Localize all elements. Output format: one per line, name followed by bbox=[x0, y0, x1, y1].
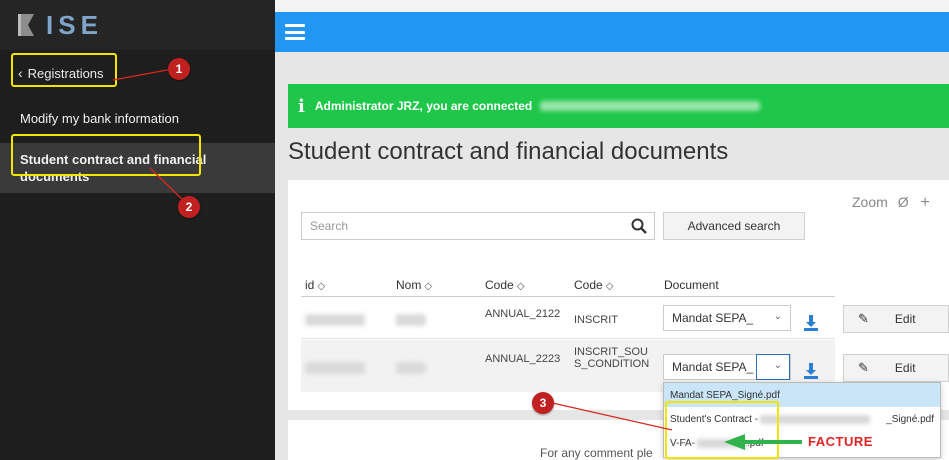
connected-alert: i Administrator JRZ, you are connected bbox=[288, 84, 949, 128]
step-badge-3: 3 bbox=[532, 392, 554, 414]
zoom-in-button[interactable]: + bbox=[920, 194, 929, 211]
row-status: INSCRIT_SOUS_CONDITION bbox=[574, 346, 650, 370]
top-bar bbox=[275, 12, 949, 52]
edit-icon: ✎ bbox=[858, 311, 869, 326]
row-status: INSCRIT bbox=[574, 314, 618, 326]
sidebar-item-bank-info[interactable]: Modify my bank information bbox=[0, 102, 275, 135]
redacted-id bbox=[305, 362, 365, 374]
sort-icon: ◇ bbox=[424, 281, 433, 292]
sort-icon: ◇ bbox=[317, 281, 326, 292]
sort-icon: ◇ bbox=[605, 281, 614, 292]
highlight-registrations bbox=[11, 53, 117, 87]
edit-button[interactable]: ✎ Edit bbox=[843, 305, 949, 333]
hamburger-menu-icon[interactable] bbox=[285, 24, 305, 40]
sidebar-item-label: Modify my bank information bbox=[20, 111, 179, 126]
edit-icon: ✎ bbox=[858, 360, 869, 375]
row-code: ANNUAL_2122 bbox=[485, 308, 561, 320]
search-icon[interactable] bbox=[624, 213, 654, 239]
zoom-reset-button[interactable]: Ø bbox=[898, 194, 909, 210]
top-spacer bbox=[275, 0, 949, 12]
page-title: Student contract and financial documents bbox=[288, 138, 729, 165]
redacted-text bbox=[540, 101, 761, 111]
facture-label: FACTURE bbox=[808, 434, 873, 449]
redacted-id bbox=[305, 314, 365, 326]
edit-button[interactable]: ✎ Edit bbox=[843, 354, 949, 382]
brand-name: ISE bbox=[46, 9, 103, 40]
column-header-code-status[interactable]: Code ◇ bbox=[574, 278, 613, 292]
document-select[interactable]: Mandat SEPA_ ⌄ bbox=[663, 305, 791, 331]
search-input[interactable] bbox=[302, 213, 624, 239]
sort-icon: ◇ bbox=[516, 281, 525, 292]
zoom-label: Zoom bbox=[852, 194, 888, 210]
download-icon[interactable] bbox=[802, 362, 820, 380]
download-icon[interactable] bbox=[802, 314, 820, 332]
redacted-name bbox=[396, 314, 426, 326]
chevron-down-icon: ⌄ bbox=[773, 311, 782, 322]
highlight-contract-documents bbox=[11, 134, 201, 176]
column-header-code[interactable]: Code ◇ bbox=[485, 278, 524, 292]
chevron-down-icon: ⌄ bbox=[773, 360, 782, 371]
comment-note: For any comment ple bbox=[540, 446, 653, 460]
document-select[interactable]: Mandat SEPA_ ⌄ bbox=[663, 354, 791, 380]
brand-header: ISE bbox=[0, 0, 275, 50]
column-header-document: Document bbox=[664, 278, 719, 292]
advanced-search-button[interactable]: Advanced search bbox=[663, 212, 805, 240]
search-box bbox=[301, 212, 655, 240]
info-icon: i bbox=[298, 95, 305, 117]
highlight-document-options bbox=[665, 401, 779, 459]
alert-text: Administrator JRZ, you are connected bbox=[314, 99, 533, 113]
logo-flag-icon bbox=[18, 14, 34, 36]
column-header-id[interactable]: id ◇ bbox=[305, 278, 325, 292]
redacted-name bbox=[396, 362, 426, 374]
step-badge-2: 2 bbox=[178, 196, 200, 218]
step-badge-1: 1 bbox=[168, 58, 190, 80]
column-header-nom[interactable]: Nom ◇ bbox=[396, 278, 432, 292]
row-code: ANNUAL_2223 bbox=[485, 353, 561, 365]
zoom-controls: Zoom Ø + bbox=[852, 194, 930, 212]
